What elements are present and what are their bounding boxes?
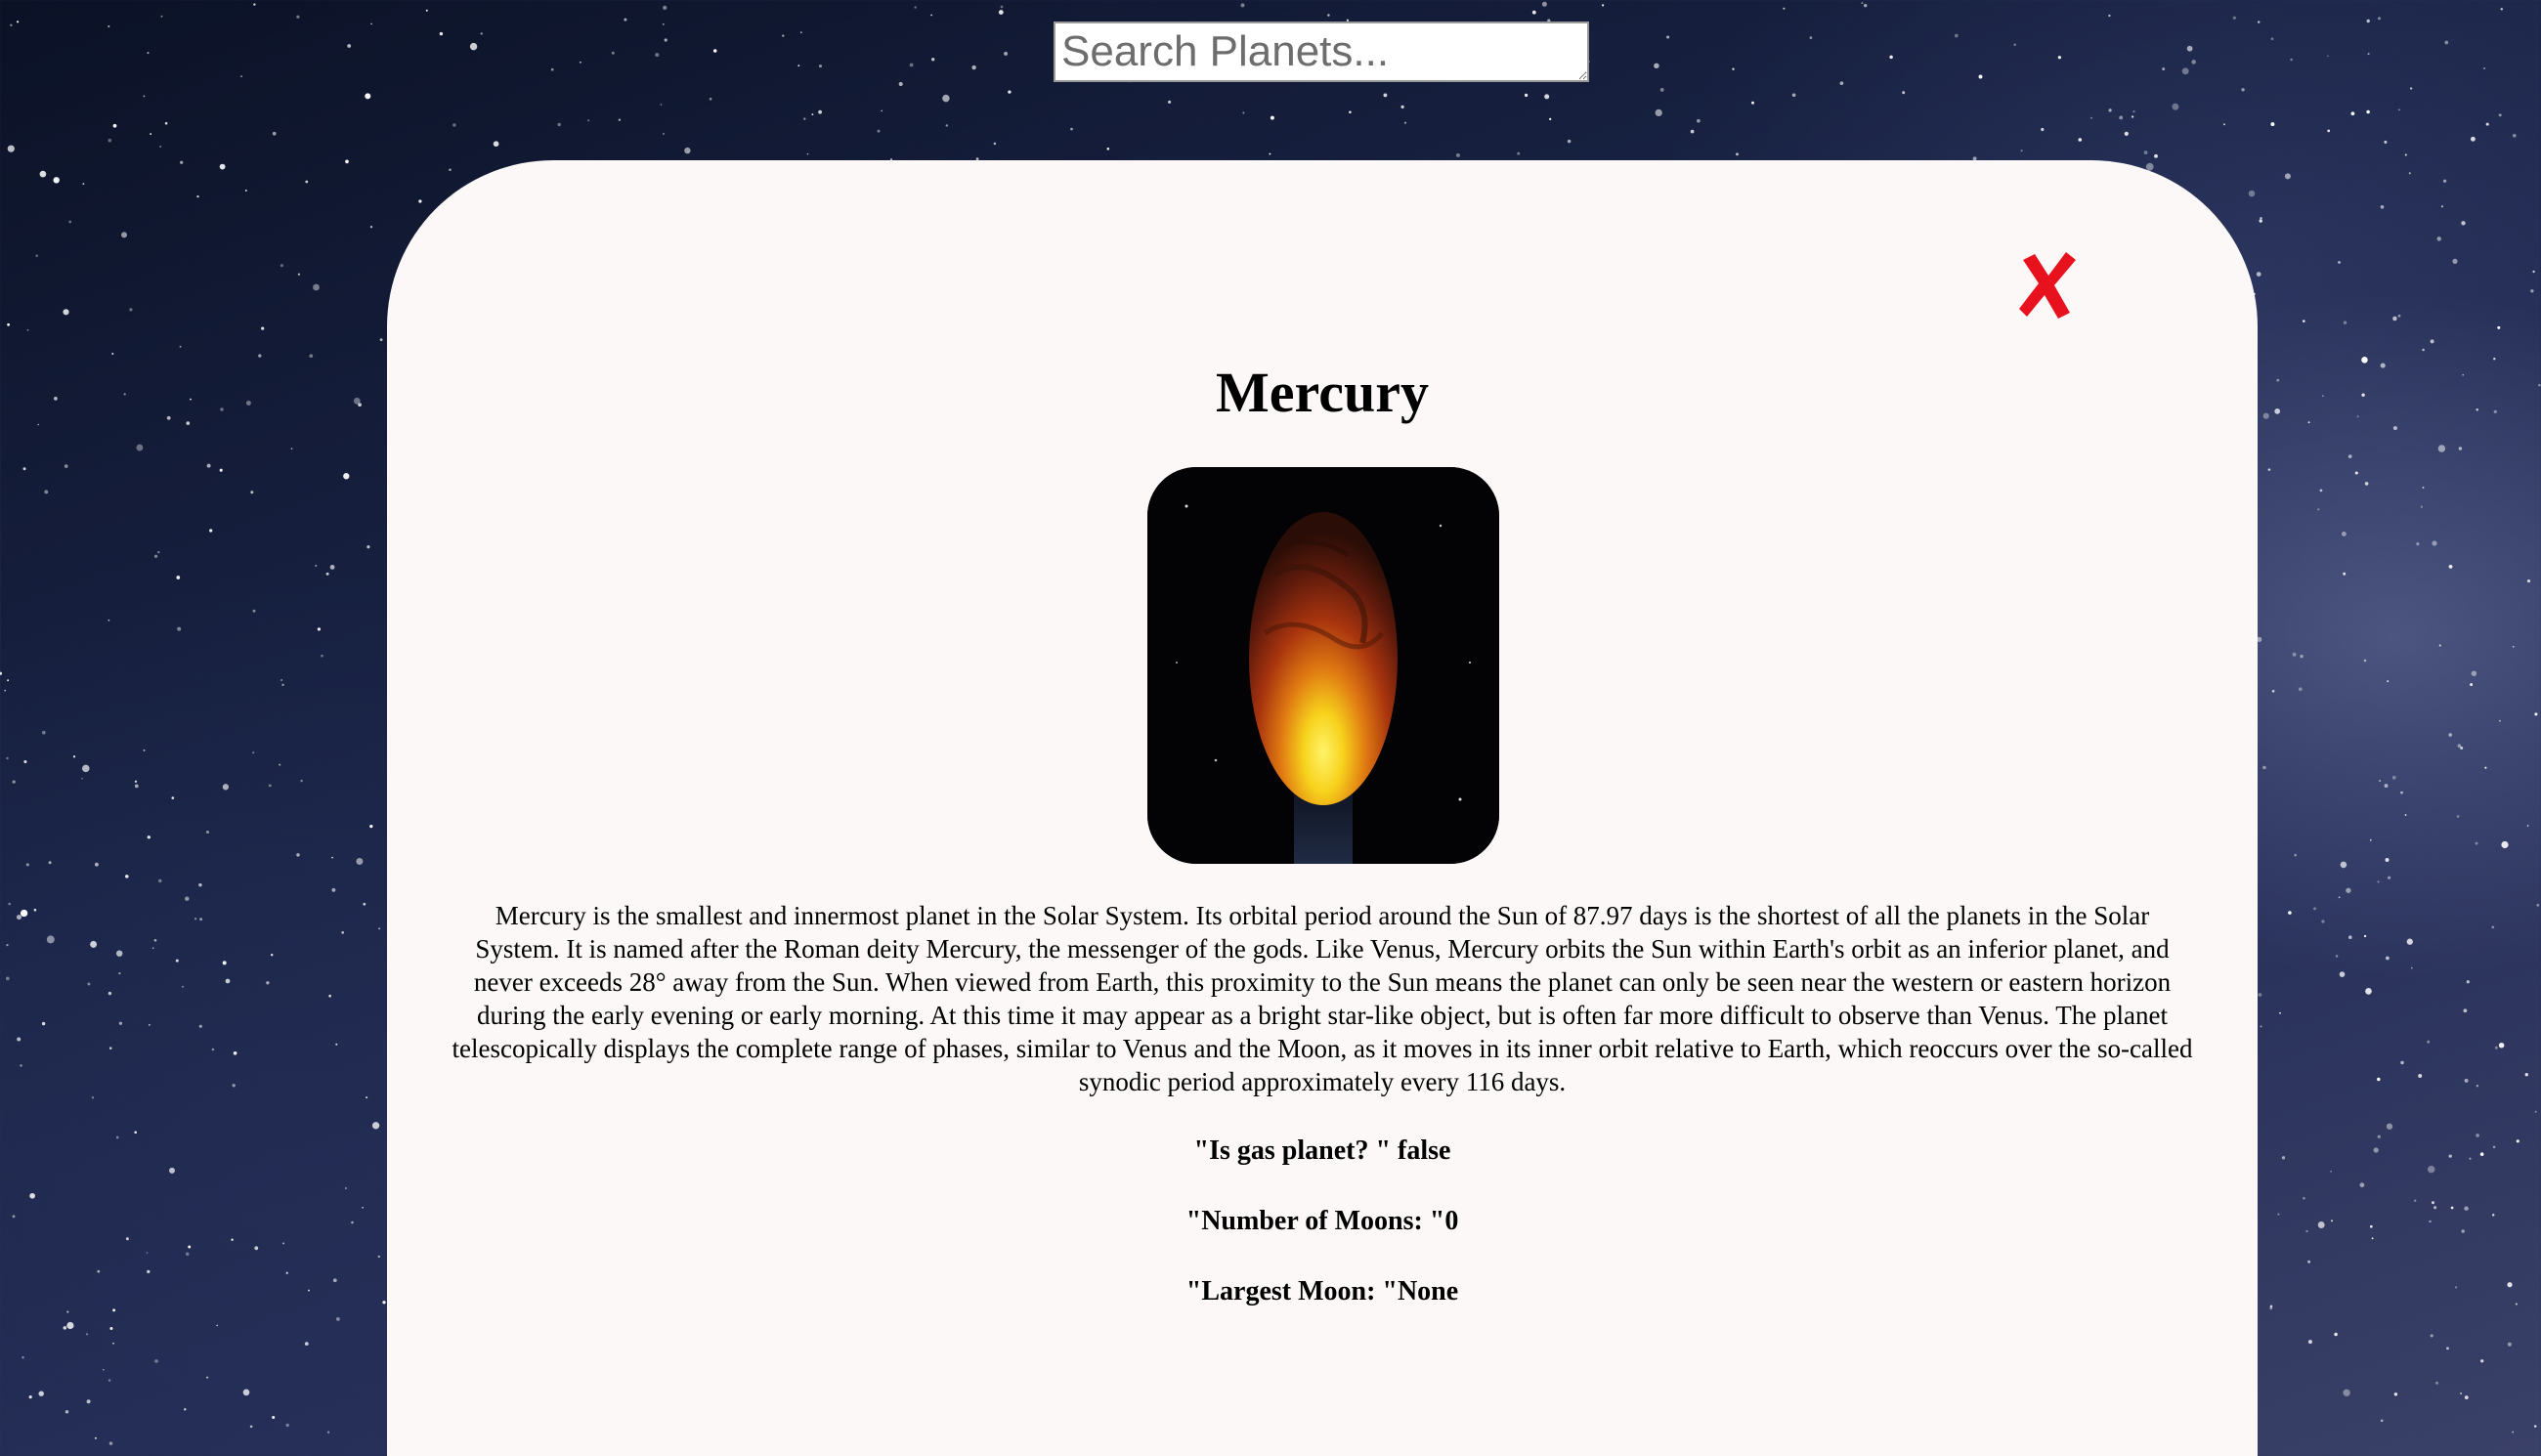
search-input[interactable] (1054, 21, 1589, 82)
planet-description: Mercury is the smallest and innermost pl… (452, 901, 2193, 1096)
close-x-icon (2019, 252, 2076, 319)
moons-count-fact: "Number of Moons: "0 (1185, 1206, 1459, 1236)
planet-title: Mercury (1216, 361, 1429, 424)
planet-modal: Mercury Mercury is the smallest and inne… (387, 160, 2258, 1456)
largest-moon-fact: "Largest Moon: "None (1185, 1276, 1459, 1306)
planet-illustration (1147, 467, 1499, 864)
gas-planet-fact: "Is gas planet? " false (1193, 1135, 1451, 1166)
close-button[interactable] (2013, 244, 2082, 322)
planet-image (1147, 467, 1499, 864)
